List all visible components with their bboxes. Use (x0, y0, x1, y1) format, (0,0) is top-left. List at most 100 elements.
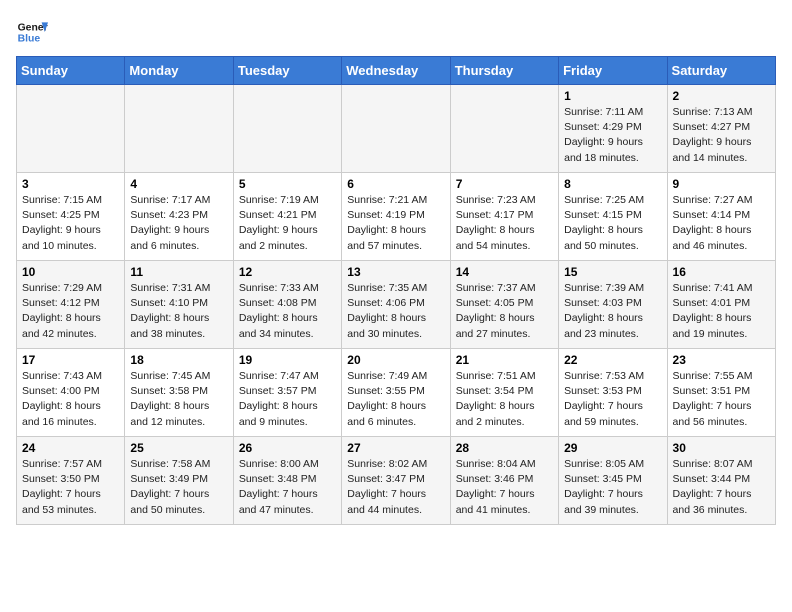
calendar-cell: 21 Sunrise: 7:51 AM Sunset: 3:54 PM Dayli… (450, 349, 558, 437)
day-number: 1 (564, 89, 661, 103)
day-info: Sunrise: 7:51 AM Sunset: 3:54 PM Dayligh… (456, 369, 553, 430)
day-number: 18 (130, 353, 227, 367)
page-header: General Blue (16, 16, 776, 48)
calendar-week-row: 24 Sunrise: 7:57 AM Sunset: 3:50 PM Dayli… (17, 437, 776, 525)
calendar-cell: 16 Sunrise: 7:41 AM Sunset: 4:01 PM Dayli… (667, 261, 775, 349)
day-number: 19 (239, 353, 336, 367)
day-info: Sunrise: 7:23 AM Sunset: 4:17 PM Dayligh… (456, 193, 553, 254)
calendar-cell: 15 Sunrise: 7:39 AM Sunset: 4:03 PM Dayli… (559, 261, 667, 349)
calendar-week-row: 3Sunrise: 7:15 AM Sunset: 4:25 PM Daylig… (17, 173, 776, 261)
day-number: 25 (130, 441, 227, 455)
day-info: Sunrise: 7:55 AM Sunset: 3:51 PM Dayligh… (673, 369, 770, 430)
header-saturday: Saturday (667, 57, 775, 85)
logo: General Blue (16, 16, 52, 48)
header-thursday: Thursday (450, 57, 558, 85)
calendar-table: SundayMondayTuesdayWednesdayThursdayFrid… (16, 56, 776, 525)
day-number: 12 (239, 265, 336, 279)
day-info: Sunrise: 7:43 AM Sunset: 4:00 PM Dayligh… (22, 369, 119, 430)
day-number: 24 (22, 441, 119, 455)
day-info: Sunrise: 8:07 AM Sunset: 3:44 PM Dayligh… (673, 457, 770, 518)
calendar-cell (342, 85, 450, 173)
day-number: 28 (456, 441, 553, 455)
day-number: 9 (673, 177, 770, 191)
calendar-cell (450, 85, 558, 173)
day-info: Sunrise: 7:33 AM Sunset: 4:08 PM Dayligh… (239, 281, 336, 342)
calendar-cell: 17 Sunrise: 7:43 AM Sunset: 4:00 PM Dayli… (17, 349, 125, 437)
calendar-cell: 19 Sunrise: 7:47 AM Sunset: 3:57 PM Dayli… (233, 349, 341, 437)
day-info: Sunrise: 7:57 AM Sunset: 3:50 PM Dayligh… (22, 457, 119, 518)
day-number: 29 (564, 441, 661, 455)
calendar-cell: 23 Sunrise: 7:55 AM Sunset: 3:51 PM Dayli… (667, 349, 775, 437)
calendar-cell: 27 Sunrise: 8:02 AM Sunset: 3:47 PM Dayli… (342, 437, 450, 525)
day-info: Sunrise: 7:39 AM Sunset: 4:03 PM Dayligh… (564, 281, 661, 342)
calendar-cell: 11 Sunrise: 7:31 AM Sunset: 4:10 PM Dayli… (125, 261, 233, 349)
calendar-cell: 22Sunrise: 7:53 AM Sunset: 3:53 PM Dayli… (559, 349, 667, 437)
calendar-cell: 9 Sunrise: 7:27 AM Sunset: 4:14 PM Daylig… (667, 173, 775, 261)
calendar-cell: 26 Sunrise: 8:00 AM Sunset: 3:48 PM Dayli… (233, 437, 341, 525)
calendar-cell: 20Sunrise: 7:49 AM Sunset: 3:55 PM Dayli… (342, 349, 450, 437)
day-info: Sunrise: 7:47 AM Sunset: 3:57 PM Dayligh… (239, 369, 336, 430)
day-number: 26 (239, 441, 336, 455)
day-number: 27 (347, 441, 444, 455)
day-info: Sunrise: 8:00 AM Sunset: 3:48 PM Dayligh… (239, 457, 336, 518)
day-number: 7 (456, 177, 553, 191)
calendar-week-row: 17 Sunrise: 7:43 AM Sunset: 4:00 PM Dayli… (17, 349, 776, 437)
day-info: Sunrise: 7:58 AM Sunset: 3:49 PM Dayligh… (130, 457, 227, 518)
calendar-cell: 28Sunrise: 8:04 AM Sunset: 3:46 PM Dayli… (450, 437, 558, 525)
calendar-cell (17, 85, 125, 173)
calendar-cell: 8 Sunrise: 7:25 AM Sunset: 4:15 PM Daylig… (559, 173, 667, 261)
day-info: Sunrise: 7:49 AM Sunset: 3:55 PM Dayligh… (347, 369, 444, 430)
day-number: 21 (456, 353, 553, 367)
day-number: 2 (673, 89, 770, 103)
day-number: 23 (673, 353, 770, 367)
day-number: 16 (673, 265, 770, 279)
calendar-cell: 10Sunrise: 7:29 AM Sunset: 4:12 PM Dayli… (17, 261, 125, 349)
calendar-cell: 12 Sunrise: 7:33 AM Sunset: 4:08 PM Dayli… (233, 261, 341, 349)
calendar-cell: 30 Sunrise: 8:07 AM Sunset: 3:44 PM Dayli… (667, 437, 775, 525)
calendar-cell: 18 Sunrise: 7:45 AM Sunset: 3:58 PM Dayli… (125, 349, 233, 437)
day-number: 4 (130, 177, 227, 191)
day-number: 15 (564, 265, 661, 279)
calendar-cell: 3Sunrise: 7:15 AM Sunset: 4:25 PM Daylig… (17, 173, 125, 261)
logo-icon: General Blue (16, 16, 48, 48)
day-info: Sunrise: 7:13 AM Sunset: 4:27 PM Dayligh… (673, 105, 770, 166)
day-number: 13 (347, 265, 444, 279)
day-number: 22 (564, 353, 661, 367)
day-info: Sunrise: 7:41 AM Sunset: 4:01 PM Dayligh… (673, 281, 770, 342)
day-info: Sunrise: 7:11 AM Sunset: 4:29 PM Dayligh… (564, 105, 661, 166)
calendar-cell (233, 85, 341, 173)
day-number: 17 (22, 353, 119, 367)
calendar-cell: 29 Sunrise: 8:05 AM Sunset: 3:45 PM Dayli… (559, 437, 667, 525)
svg-text:Blue: Blue (18, 34, 41, 45)
calendar-cell: 7 Sunrise: 7:23 AM Sunset: 4:17 PM Daylig… (450, 173, 558, 261)
day-number: 11 (130, 265, 227, 279)
day-info: Sunrise: 7:17 AM Sunset: 4:23 PM Dayligh… (130, 193, 227, 254)
day-number: 30 (673, 441, 770, 455)
calendar-cell: 14Sunrise: 7:37 AM Sunset: 4:05 PM Dayli… (450, 261, 558, 349)
calendar-cell (125, 85, 233, 173)
calendar-cell: 13Sunrise: 7:35 AM Sunset: 4:06 PM Dayli… (342, 261, 450, 349)
day-number: 6 (347, 177, 444, 191)
day-number: 5 (239, 177, 336, 191)
day-info: Sunrise: 7:31 AM Sunset: 4:10 PM Dayligh… (130, 281, 227, 342)
calendar-cell: 6Sunrise: 7:21 AM Sunset: 4:19 PM Daylig… (342, 173, 450, 261)
header-wednesday: Wednesday (342, 57, 450, 85)
calendar-cell: 25 Sunrise: 7:58 AM Sunset: 3:49 PM Dayli… (125, 437, 233, 525)
header-sunday: Sunday (17, 57, 125, 85)
header-tuesday: Tuesday (233, 57, 341, 85)
day-info: Sunrise: 7:15 AM Sunset: 4:25 PM Dayligh… (22, 193, 119, 254)
calendar-cell: 2 Sunrise: 7:13 AM Sunset: 4:27 PM Daylig… (667, 85, 775, 173)
day-number: 8 (564, 177, 661, 191)
calendar-cell: 24 Sunrise: 7:57 AM Sunset: 3:50 PM Dayli… (17, 437, 125, 525)
calendar-cell: 1 Sunrise: 7:11 AM Sunset: 4:29 PM Daylig… (559, 85, 667, 173)
day-info: Sunrise: 7:45 AM Sunset: 3:58 PM Dayligh… (130, 369, 227, 430)
day-info: Sunrise: 7:25 AM Sunset: 4:15 PM Dayligh… (564, 193, 661, 254)
day-info: Sunrise: 7:27 AM Sunset: 4:14 PM Dayligh… (673, 193, 770, 254)
header-monday: Monday (125, 57, 233, 85)
calendar-cell: 4 Sunrise: 7:17 AM Sunset: 4:23 PM Daylig… (125, 173, 233, 261)
calendar-week-row: 10Sunrise: 7:29 AM Sunset: 4:12 PM Dayli… (17, 261, 776, 349)
day-info: Sunrise: 7:37 AM Sunset: 4:05 PM Dayligh… (456, 281, 553, 342)
day-info: Sunrise: 8:05 AM Sunset: 3:45 PM Dayligh… (564, 457, 661, 518)
day-info: Sunrise: 8:02 AM Sunset: 3:47 PM Dayligh… (347, 457, 444, 518)
calendar-cell: 5Sunrise: 7:19 AM Sunset: 4:21 PM Daylig… (233, 173, 341, 261)
